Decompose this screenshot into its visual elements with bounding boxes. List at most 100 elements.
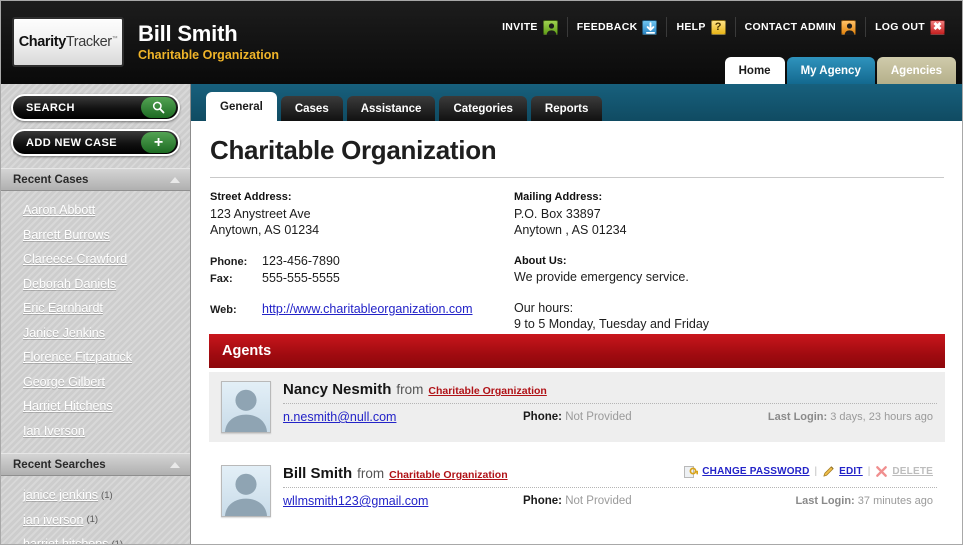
list-item[interactable]: Eric Earnhardt (1, 296, 190, 321)
x-red-icon (875, 465, 888, 478)
table-row: Bill Smith from Charitable Organization … (209, 456, 945, 526)
recent-case-link[interactable]: Barrett Burrows (23, 228, 110, 242)
logo-text: CharityTracker™ (19, 34, 118, 50)
app-window: CharityTracker™ Bill Smith Charitable Or… (0, 0, 963, 545)
avatar (221, 465, 271, 517)
street-address-block: Street Address: 123 Anystreet Ave Anytow… (210, 189, 510, 318)
plus-icon: + (141, 132, 176, 153)
street-address-label: Street Address: (210, 191, 292, 203)
phone-label: Phone: (523, 495, 562, 507)
list-item[interactable]: Florence Fitzpatrick (1, 345, 190, 370)
agent-organization-link[interactable]: Charitable Organization (428, 385, 546, 397)
recent-case-link[interactable]: Aaron Abbott (23, 203, 95, 217)
recent-search-count: (1) (111, 539, 123, 544)
contact-admin-label[interactable]: CONTACT ADMIN (745, 21, 836, 33)
hours-label: Our hours: (514, 300, 574, 315)
recent-searches-list: janice jenkins (1) ian iverson (1) harri… (1, 476, 190, 544)
change-password-label[interactable]: CHANGE PASSWORD (702, 466, 809, 477)
content-tab-bar: General Cases Assistance Categories Repo… (206, 92, 603, 121)
website-link[interactable]: http://www.charitableorganization.com (262, 301, 473, 319)
title-divider (210, 177, 944, 178)
last-login-label: Last Login: (795, 495, 855, 507)
recent-search-link[interactable]: ian iverson (23, 513, 83, 527)
list-item[interactable]: Ian Iverson (1, 419, 190, 444)
agent-organization-link[interactable]: Charitable Organization (389, 469, 507, 481)
web-row: Web: http://www.charitableorganization.c… (210, 301, 510, 319)
nav-item-feedback[interactable]: FEEDBACK (566, 17, 667, 37)
nav-item-help[interactable]: HELP ? (666, 17, 734, 37)
nav-item-contact-admin[interactable]: CONTACT ADMIN (734, 17, 865, 37)
recent-search-link[interactable]: janice jenkins (23, 488, 98, 502)
charitytracker-logo[interactable]: CharityTracker™ (12, 17, 124, 67)
list-item[interactable]: Clareece Crawford (1, 247, 190, 272)
list-item[interactable]: Barrett Burrows (1, 223, 190, 248)
invite-label[interactable]: INVITE (502, 21, 538, 33)
list-item[interactable]: ian iverson (1) (1, 508, 190, 533)
feedback-label[interactable]: FEEDBACK (577, 21, 638, 33)
change-password-action[interactable]: CHANGE PASSWORD (684, 465, 809, 478)
user-organization: Charitable Organization (138, 48, 279, 62)
agent-identity: Bill Smith from Charitable Organization … (283, 465, 937, 485)
user-name: Bill Smith (138, 21, 238, 46)
agent-email-link[interactable]: n.nesmith@null.com (283, 410, 396, 424)
recent-cases-header[interactable]: Recent Cases (1, 168, 190, 191)
mailing-address-line2: Anytown , AS 01234 (514, 223, 627, 237)
list-item[interactable]: janice jenkins (1) (1, 483, 190, 508)
recent-search-count: (1) (101, 489, 113, 501)
list-item[interactable]: George Gilbert (1, 370, 190, 395)
tab-assistance[interactable]: Assistance (346, 96, 436, 121)
tab-my-agency[interactable]: My Agency (786, 57, 875, 84)
row-divider (283, 403, 937, 404)
search-label: SEARCH (26, 101, 75, 114)
list-item[interactable]: Janice Jenkins (1, 321, 190, 346)
add-new-case-label: ADD NEW CASE (26, 136, 117, 149)
agent-last-login: Last Login: 3 days, 23 hours ago (768, 411, 933, 423)
list-item[interactable]: harriet hitchens (1) (1, 532, 190, 544)
edit-label[interactable]: EDIT (839, 466, 863, 477)
nav-item-invite[interactable]: INVITE (493, 17, 567, 37)
edit-action[interactable]: EDIT (822, 465, 863, 478)
street-address-line2: Anytown, AS 01234 (210, 223, 320, 237)
recent-searches-header[interactable]: Recent Searches (1, 453, 190, 476)
collapse-caret-icon[interactable] (170, 461, 180, 468)
add-new-case-button[interactable]: ADD NEW CASE + (11, 129, 180, 156)
recent-case-link[interactable]: Eric Earnhardt (23, 301, 103, 315)
hours-value: 9 to 5 Monday, Tuesday and Friday (514, 317, 710, 331)
recent-search-link[interactable]: harriet hitchens (23, 537, 108, 544)
log-out-label[interactable]: LOG OUT (875, 21, 925, 33)
recent-case-link[interactable]: Deborah Daniels (23, 277, 116, 291)
pencil-icon (822, 465, 835, 478)
recent-case-link[interactable]: George Gilbert (23, 375, 105, 389)
collapse-caret-icon[interactable] (170, 176, 180, 183)
phone-value: Not Provided (565, 495, 632, 507)
list-item[interactable]: Harriet Hitchens (1, 394, 190, 419)
person-green-icon (542, 19, 558, 35)
recent-case-link[interactable]: Harriet Hitchens (23, 399, 113, 413)
action-separator: | (867, 466, 871, 477)
tab-cases[interactable]: Cases (280, 96, 343, 121)
logo-secondary: Tracker (65, 34, 112, 50)
recent-case-link[interactable]: Florence Fitzpatrick (23, 350, 132, 364)
last-login-value: 3 days, 23 hours ago (830, 411, 933, 423)
tab-categories[interactable]: Categories (439, 96, 527, 121)
agents-section-header: Agents (209, 334, 945, 368)
help-label[interactable]: HELP (676, 21, 705, 33)
list-item[interactable]: Aaron Abbott (1, 198, 190, 223)
agent-details: Nancy Nesmith from Charitable Organizati… (283, 381, 937, 431)
agent-email-link[interactable]: wllmsmith123@gmail.com (283, 494, 428, 508)
agent-name: Bill Smith (283, 465, 353, 482)
tab-reports[interactable]: Reports (530, 96, 603, 121)
tab-home[interactable]: Home (724, 57, 785, 84)
tab-general[interactable]: General (206, 92, 277, 121)
agents-section-title: Agents (222, 343, 272, 359)
recent-case-link[interactable]: Janice Jenkins (23, 326, 105, 340)
delete-label: DELETE (892, 466, 933, 477)
recent-case-link[interactable]: Clareece Crawford (23, 252, 127, 266)
nav-item-log-out[interactable]: LOG OUT ✖ (865, 17, 954, 37)
search-button[interactable]: SEARCH (11, 94, 180, 121)
from-word: from (357, 466, 385, 481)
agent-last-login: Last Login: 37 minutes ago (795, 495, 933, 507)
list-item[interactable]: Deborah Daniels (1, 272, 190, 297)
tab-agencies[interactable]: Agencies (876, 57, 956, 84)
recent-case-link[interactable]: Ian Iverson (23, 424, 85, 438)
